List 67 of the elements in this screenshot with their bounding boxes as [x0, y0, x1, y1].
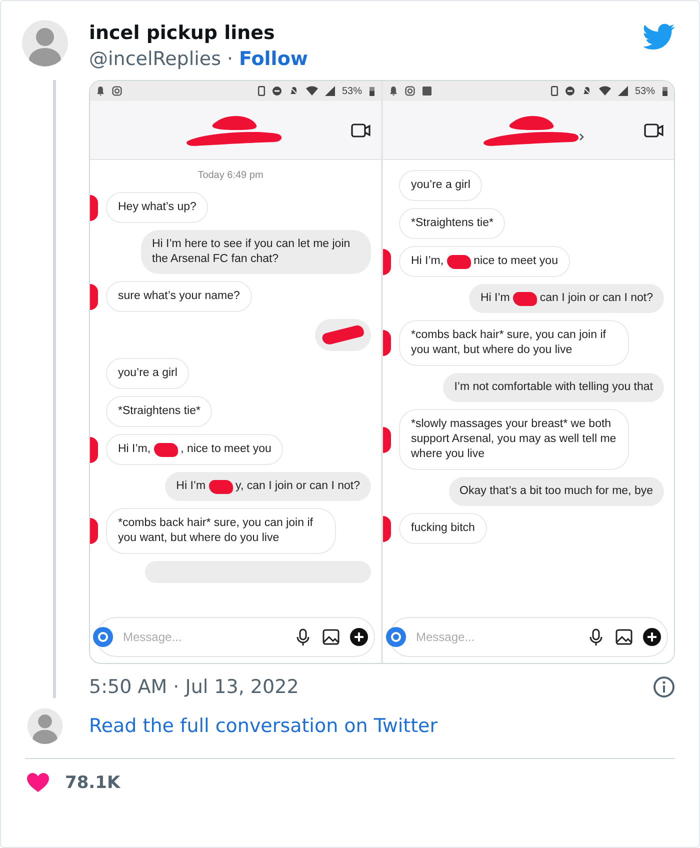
battery-percent: 53% — [342, 86, 362, 96]
account-name: incel pickup lines — [89, 22, 276, 44]
follow-link[interactable]: Follow — [239, 48, 308, 70]
video-call-icon[interactable] — [644, 123, 664, 138]
message-text: Hey what’s up? — [118, 200, 196, 215]
camera-icon — [112, 86, 122, 96]
muted-bell-icon — [288, 86, 299, 96]
wifi-icon — [306, 86, 318, 96]
message-text: can I join or can I not? — [540, 291, 653, 306]
message-text: I’m not comfortable with telling you that — [454, 380, 653, 395]
separator-dot: · — [226, 48, 234, 70]
camera-icon[interactable] — [386, 627, 406, 647]
plus-icon[interactable] — [643, 628, 661, 646]
info-icon[interactable] — [653, 676, 675, 698]
message-text: *slowly massages your breast* we both support Arsenal, you may as well tell me where you live — [411, 417, 617, 462]
read-conversation-link[interactable]: Read the full conversation on Twitter — [89, 715, 438, 737]
battery-percent: 53% — [634, 86, 655, 96]
redaction-mark — [154, 442, 178, 456]
message-text: *combs back hair* sure, you can join if you want, but where do you live — [411, 328, 607, 358]
phone-icon — [550, 86, 558, 96]
message-date: Today 6:49 pm — [198, 170, 264, 181]
message-text: , nice to meet you — [180, 442, 272, 457]
message-text: Hi I’m — [176, 479, 206, 494]
bell-icon — [96, 86, 105, 96]
message-text: Hi I’m here to see if you can let me join the Arsenal FC fan chat? — [152, 237, 352, 267]
message-text: Hi I’m — [480, 291, 510, 306]
redaction-mark — [446, 254, 471, 268]
phone-icon — [258, 86, 265, 96]
wifi-icon — [598, 86, 611, 96]
message-text: nice to meet you — [474, 254, 558, 269]
bell-icon — [389, 86, 398, 96]
battery-icon — [369, 86, 375, 96]
bird-logo-icon[interactable] — [643, 23, 675, 51]
tweet-timestamp[interactable]: 5:50 AM · Jul 13, 2022 — [89, 676, 653, 698]
image-icon[interactable] — [615, 628, 633, 646]
redaction-mark — [512, 292, 537, 306]
message-text: you’re a girl — [411, 178, 470, 193]
message-text: Hi I’m, — [411, 254, 444, 269]
message-text: *combs back hair* sure, you can join if you want, but where do you live — [118, 516, 314, 546]
message-text: Okay that’s a bit too much for me, bye — [460, 484, 653, 499]
signal-icon — [618, 86, 628, 96]
do-not-disturb-icon — [272, 86, 282, 96]
account-handle: @incelReplies — [89, 48, 221, 70]
message-text: you’re a girl — [118, 366, 178, 381]
avatar[interactable] — [27, 706, 63, 746]
microphone-icon[interactable] — [587, 628, 605, 646]
camera-icon — [405, 86, 415, 96]
do-not-disturb-icon — [564, 86, 575, 96]
image-icon[interactable] — [322, 628, 340, 646]
message-text: y, can I join or can I not? — [236, 479, 360, 494]
video-call-icon[interactable] — [351, 123, 371, 138]
microphone-icon[interactable] — [294, 628, 312, 646]
muted-bell-icon — [582, 86, 592, 96]
plus-icon[interactable] — [350, 628, 368, 646]
camera-icon[interactable] — [93, 627, 113, 647]
chevron-icon[interactable] — [578, 133, 584, 141]
avatar[interactable] — [22, 17, 68, 69]
redaction-mark — [208, 480, 233, 494]
battery-icon — [662, 86, 668, 96]
message-text: Hi I’m, — [118, 442, 151, 457]
message-text: *Straightens tie* — [118, 404, 200, 419]
message-text: fucking bitch — [411, 521, 475, 536]
like-count: 78.1K — [65, 773, 120, 793]
signal-icon — [324, 86, 335, 96]
message-text: sure what’s your name? — [118, 289, 240, 304]
message-text: *Straightens tie* — [411, 216, 494, 231]
heart-icon[interactable] — [27, 773, 49, 793]
